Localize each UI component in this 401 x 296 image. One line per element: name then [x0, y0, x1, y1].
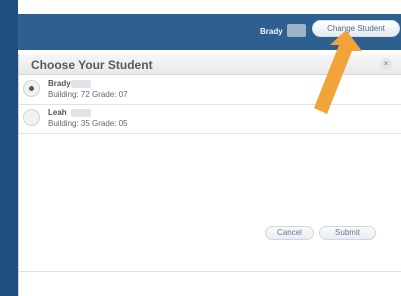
student-name-redaction-leah [71, 109, 91, 117]
left-navigation-strip [0, 0, 18, 296]
student-name-brady: Brady [48, 79, 71, 88]
close-icon[interactable]: × [380, 58, 392, 70]
student-radio-leah[interactable] [23, 109, 40, 126]
arrow-pointer-icon [314, 30, 362, 114]
cancel-button[interactable]: Cancel [265, 226, 314, 240]
student-radio-brady[interactable] [23, 80, 40, 97]
student-detail-leah: Building: 35 Grade: 05 [48, 119, 128, 128]
dialog-title: Choose Your Student [31, 58, 153, 72]
app-frame: Brady Change Student Choose Your Student… [0, 0, 401, 296]
student-name-leah: Leah [48, 108, 67, 117]
current-student-name: Brady [260, 27, 283, 36]
dialog-footer-divider [19, 271, 401, 272]
submit-button[interactable]: Submit [319, 226, 376, 240]
student-detail-brady: Building: 72 Grade: 07 [48, 90, 128, 99]
student-name-redaction-brady [71, 80, 91, 88]
